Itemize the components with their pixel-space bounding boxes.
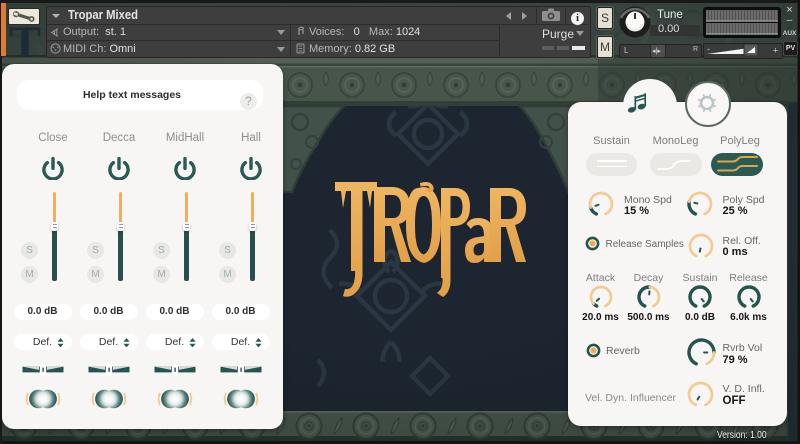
svg-text:-: -	[707, 44, 710, 54]
svg-text:+: +	[773, 46, 778, 56]
